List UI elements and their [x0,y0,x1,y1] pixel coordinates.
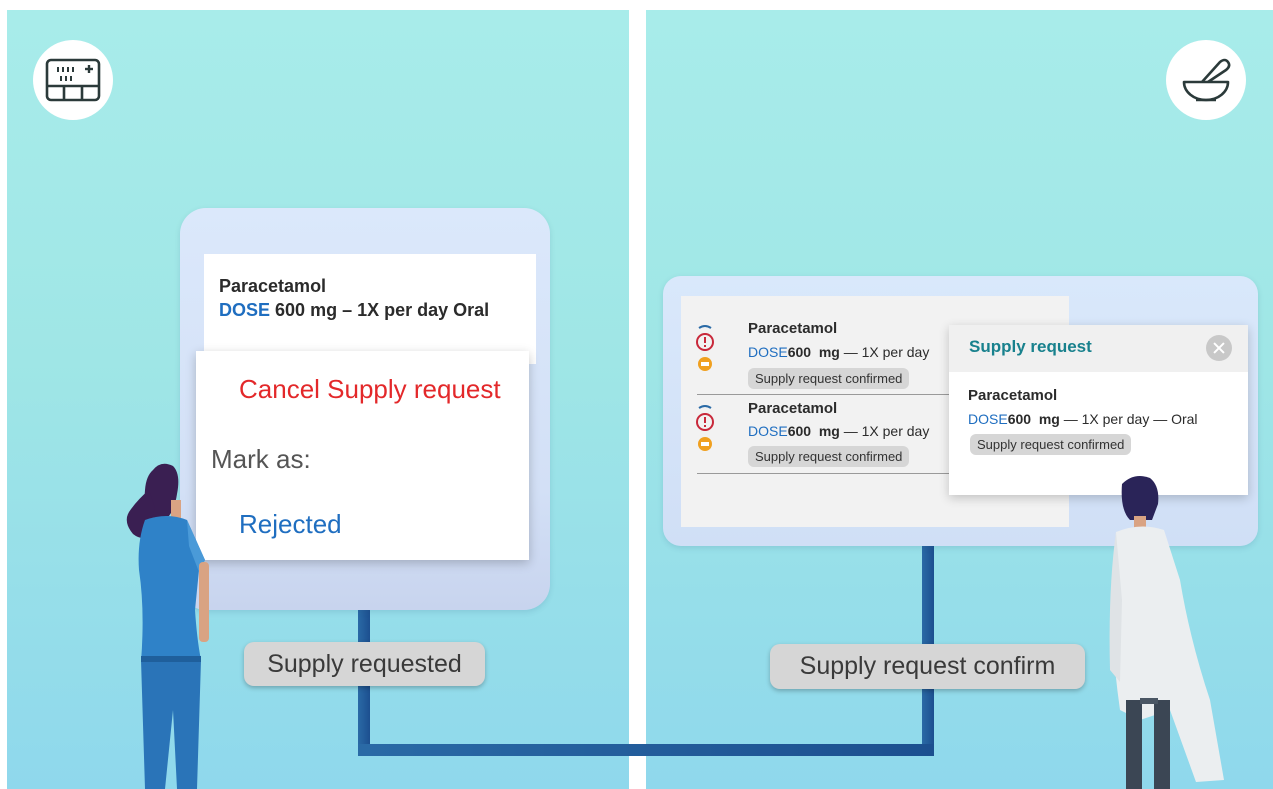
dose-text: — 1X per day [843,344,930,360]
status-chip: Supply request confirmed [748,368,910,389]
popup-title: Supply request [969,337,1092,356]
list-item-name: Paracetamol [748,400,838,417]
medication-dose: DOSE 600 mg – 1X per day Oral [219,300,489,321]
mortar-pestle-icon [1166,40,1246,120]
pharmacist-figure [1109,476,1224,789]
list-divider [697,473,953,474]
list-item-dose: DOSE600 mg — 1X per day [748,423,929,439]
dose-value: 600 [787,423,812,439]
mark-as-label: Mark as: [211,444,311,474]
list-item-name: Paracetamol [748,320,838,337]
cancel-supply-request-button[interactable]: Cancel Supply request [239,374,501,405]
status-badge: Supply request confirm [770,644,1085,689]
dose-keyword: DOSE [219,300,271,320]
connector-line [358,744,934,756]
mark-rejected-button[interactable]: Rejected [239,509,342,540]
dose-text: — 1X per day [843,423,930,439]
popup-medication-name: Paracetamol [968,387,1058,404]
dose-value: 600 [787,344,812,360]
status-chip: Supply request confirmed [970,434,1132,455]
list-item-dose: DOSE600 mg — 1X per day [748,344,929,360]
close-icon[interactable] [1206,335,1232,361]
dose-unit: mg [818,423,840,439]
list-divider [697,394,953,395]
dose-keyword: DOSE [748,344,788,360]
dose-keyword: DOSE [748,423,788,439]
dose-keyword: DOSE [968,411,1008,427]
panel-divider [629,0,646,789]
popup-medication-dose: DOSE600 mg — 1X per day — Oral [968,411,1198,427]
dose-unit: mg [818,344,840,360]
dose-text: 600 mg – 1X per day Oral [275,300,490,320]
alert-timer-icon [696,325,714,371]
status-chip: Supply request confirmed [748,446,910,467]
hospital-ward-icon [33,40,113,120]
alert-timer-icon [696,405,714,451]
dose-text: — 1X per day — Oral [1063,411,1198,427]
dose-value: 600 [1007,411,1032,427]
status-badge: Supply requested [244,642,485,686]
nurse-figure [126,463,209,789]
dose-unit: mg [1038,411,1060,427]
medication-name: Paracetamol [219,276,327,296]
